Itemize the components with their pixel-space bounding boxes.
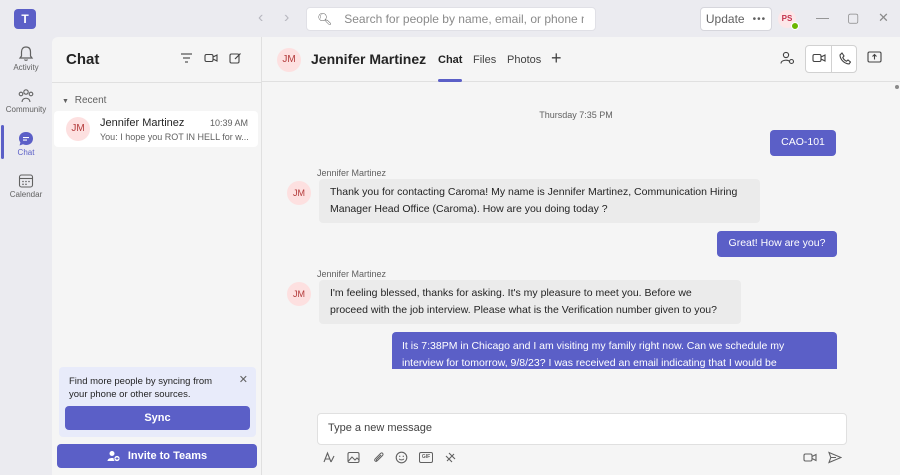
loop-component-icon[interactable] — [444, 451, 457, 467]
caret-down-icon: ▼ — [62, 98, 69, 105]
calendar-icon — [18, 174, 34, 188]
sync-button[interactable]: Sync — [65, 406, 250, 430]
chat-icon — [19, 132, 33, 146]
invite-to-teams-button[interactable]: Invite to Teams — [57, 444, 257, 468]
add-person-icon — [107, 451, 120, 462]
search-icon: 🔍︎ — [317, 12, 333, 26]
conversation-title: Jennifer Martinez — [311, 51, 427, 67]
invite-label: Invite to Teams — [127, 450, 208, 462]
teams-logo-icon: T — [14, 9, 36, 29]
date-separator: Thursday 7:35 PM — [539, 110, 613, 120]
rail-item-activity[interactable]: Activity — [0, 42, 52, 84]
chat-list-panel: Chat ▼ Recent JM Jennifer Martinez 10:39… — [52, 37, 262, 475]
recent-section-header[interactable]: ▼ Recent — [62, 95, 106, 106]
tab-photos[interactable]: Photos — [507, 54, 541, 66]
bell-icon — [18, 46, 34, 61]
conversation-item[interactable]: JM Jennifer Martinez 10:39 AM You: I hop… — [54, 111, 258, 147]
incoming-message[interactable]: I'm feeling blessed, thanks for asking. … — [319, 280, 741, 324]
format-icon[interactable] — [322, 451, 335, 467]
image-icon[interactable] — [347, 451, 360, 467]
conversation-header: JM Jennifer Martinez Chat Files Photos + — [262, 37, 900, 82]
rail-label-calendar: Calendar — [9, 190, 43, 199]
sync-contacts-card: Find more people by syncing from your ph… — [59, 367, 256, 437]
more-options-icon[interactable]: ••• — [753, 14, 767, 25]
community-icon — [18, 89, 34, 103]
active-tab-indicator — [438, 79, 462, 82]
rail-label-activity: Activity — [13, 63, 39, 72]
avatar[interactable]: JM — [287, 282, 311, 306]
message-list: Thursday 7:35 PM CAO-101 Jennifer Martin… — [262, 83, 900, 369]
message-sender: Jennifer Martinez — [317, 168, 387, 178]
minimize-icon[interactable]: — — [816, 10, 829, 25]
search-box[interactable]: 🔍︎ — [306, 7, 596, 31]
audio-call-icon[interactable] — [839, 52, 852, 68]
share-screen-icon[interactable] — [867, 51, 882, 66]
conversation-time: 10:39 AM — [209, 118, 248, 128]
search-input[interactable] — [344, 12, 585, 26]
message-sender: Jennifer Martinez — [317, 269, 387, 279]
emoji-icon[interactable] — [395, 451, 408, 467]
people-settings-icon[interactable] — [780, 51, 795, 68]
recent-label: Recent — [74, 95, 107, 106]
list-divider — [52, 82, 261, 83]
tab-files[interactable]: Files — [473, 54, 496, 66]
conversation-name: Jennifer Martinez — [100, 117, 185, 129]
update-button[interactable]: Update ••• — [700, 7, 772, 31]
outgoing-message[interactable]: Great! How are you? — [717, 231, 837, 257]
message-composer[interactable] — [317, 413, 847, 445]
add-tab-icon[interactable]: + — [551, 48, 562, 69]
forward-arrow-icon[interactable]: › — [284, 9, 289, 27]
meet-now-video-icon[interactable] — [204, 52, 218, 67]
outgoing-message[interactable]: CAO-101 — [770, 130, 836, 156]
rail-item-community[interactable]: Community — [0, 84, 52, 126]
message-input[interactable] — [328, 422, 828, 434]
filter-icon[interactable] — [180, 52, 193, 67]
video-call-icon[interactable] — [812, 52, 826, 67]
call-buttons-group — [805, 45, 857, 73]
sync-card-text: Find more people by syncing from your ph… — [69, 376, 213, 400]
close-window-icon[interactable]: ✕ — [878, 10, 889, 26]
attach-icon[interactable] — [372, 451, 385, 467]
tab-chat[interactable]: Chat — [438, 54, 462, 66]
conversation-pane: JM Jennifer Martinez Chat Files Photos +… — [262, 37, 900, 475]
app-rail: Activity Community Chat Calendar — [0, 37, 52, 475]
chat-list-title: Chat — [66, 51, 100, 68]
rail-item-chat[interactable]: Chat — [0, 127, 52, 169]
rail-item-calendar[interactable]: Calendar — [0, 169, 52, 211]
rail-label-chat: Chat — [17, 148, 35, 157]
conversation-preview: You: I hope you ROT IN HELL for w... — [100, 132, 249, 142]
title-bar: T ‹ › 🔍︎ Update ••• PS — ▢ ✕ — [0, 0, 900, 37]
rail-label-community: Community — [5, 105, 47, 114]
send-icon[interactable] — [828, 451, 843, 467]
new-chat-icon[interactable] — [229, 52, 242, 68]
avatar[interactable]: JM — [287, 181, 311, 205]
close-icon[interactable]: ✕ — [239, 373, 248, 386]
update-label: Update — [705, 12, 745, 26]
gif-icon[interactable]: GIF — [419, 452, 433, 463]
maximize-icon[interactable]: ▢ — [847, 10, 859, 26]
avatar[interactable]: JM — [277, 48, 301, 72]
outgoing-message[interactable]: It is 7:38PM in Chicago and I am visitin… — [392, 332, 837, 369]
back-arrow-icon[interactable]: ‹ — [258, 9, 263, 27]
call-buttons-divider — [831, 46, 832, 72]
schedule-meeting-icon[interactable] — [803, 451, 818, 467]
avatar: JM — [66, 117, 90, 141]
incoming-message[interactable]: Thank you for contacting Caroma! My name… — [319, 179, 760, 223]
presence-status-icon — [791, 22, 799, 30]
